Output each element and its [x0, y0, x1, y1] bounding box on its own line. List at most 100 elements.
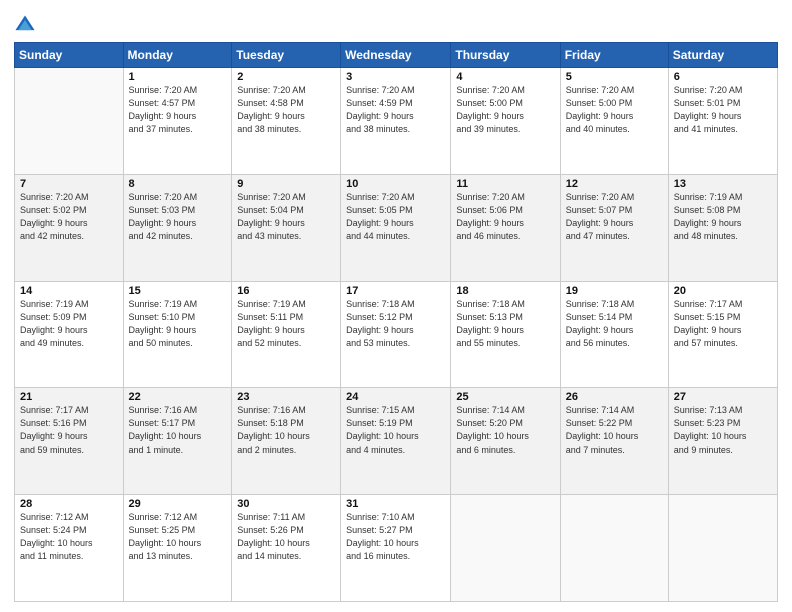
day-info: Sunrise: 7:18 AMSunset: 5:12 PMDaylight:…: [346, 298, 445, 350]
day-info: Sunrise: 7:19 AMSunset: 5:10 PMDaylight:…: [129, 298, 227, 350]
calendar-day-cell: 5Sunrise: 7:20 AMSunset: 5:00 PMDaylight…: [560, 68, 668, 175]
logo: [14, 14, 40, 36]
day-info: Sunrise: 7:20 AMSunset: 5:03 PMDaylight:…: [129, 191, 227, 243]
day-number: 10: [346, 178, 445, 190]
calendar-day-cell: 25Sunrise: 7:14 AMSunset: 5:20 PMDayligh…: [451, 388, 560, 495]
day-info: Sunrise: 7:20 AMSunset: 4:59 PMDaylight:…: [346, 84, 445, 136]
calendar-day-cell: 4Sunrise: 7:20 AMSunset: 5:00 PMDaylight…: [451, 68, 560, 175]
calendar-table: SundayMondayTuesdayWednesdayThursdayFrid…: [14, 42, 778, 602]
calendar-day-cell: 15Sunrise: 7:19 AMSunset: 5:10 PMDayligh…: [123, 281, 232, 388]
logo-icon: [14, 14, 36, 36]
day-info: Sunrise: 7:17 AMSunset: 5:16 PMDaylight:…: [20, 404, 118, 456]
calendar-day-cell: 19Sunrise: 7:18 AMSunset: 5:14 PMDayligh…: [560, 281, 668, 388]
calendar-day-cell: 24Sunrise: 7:15 AMSunset: 5:19 PMDayligh…: [341, 388, 451, 495]
day-number: 1: [129, 71, 227, 83]
day-number: 9: [237, 178, 335, 190]
day-info: Sunrise: 7:20 AMSunset: 5:05 PMDaylight:…: [346, 191, 445, 243]
day-info: Sunrise: 7:20 AMSunset: 5:06 PMDaylight:…: [456, 191, 554, 243]
calendar-day-cell: 17Sunrise: 7:18 AMSunset: 5:12 PMDayligh…: [341, 281, 451, 388]
calendar-day-cell: [668, 495, 777, 602]
day-info: Sunrise: 7:12 AMSunset: 5:25 PMDaylight:…: [129, 511, 227, 563]
day-info: Sunrise: 7:20 AMSunset: 5:04 PMDaylight:…: [237, 191, 335, 243]
day-info: Sunrise: 7:16 AMSunset: 5:17 PMDaylight:…: [129, 404, 227, 456]
calendar-day-cell: 7Sunrise: 7:20 AMSunset: 5:02 PMDaylight…: [15, 174, 124, 281]
calendar-day-cell: 6Sunrise: 7:20 AMSunset: 5:01 PMDaylight…: [668, 68, 777, 175]
day-number: 30: [237, 498, 335, 510]
day-info: Sunrise: 7:20 AMSunset: 5:00 PMDaylight:…: [456, 84, 554, 136]
calendar-day-cell: 30Sunrise: 7:11 AMSunset: 5:26 PMDayligh…: [232, 495, 341, 602]
page-header: [14, 10, 778, 36]
day-number: 22: [129, 391, 227, 403]
calendar-day-cell: [560, 495, 668, 602]
day-info: Sunrise: 7:17 AMSunset: 5:15 PMDaylight:…: [674, 298, 772, 350]
calendar-week-row: 7Sunrise: 7:20 AMSunset: 5:02 PMDaylight…: [15, 174, 778, 281]
calendar-day-cell: 21Sunrise: 7:17 AMSunset: 5:16 PMDayligh…: [15, 388, 124, 495]
day-number: 29: [129, 498, 227, 510]
calendar-day-cell: 9Sunrise: 7:20 AMSunset: 5:04 PMDaylight…: [232, 174, 341, 281]
day-number: 2: [237, 71, 335, 83]
day-info: Sunrise: 7:10 AMSunset: 5:27 PMDaylight:…: [346, 511, 445, 563]
column-header-tuesday: Tuesday: [232, 43, 341, 68]
day-number: 18: [456, 285, 554, 297]
day-info: Sunrise: 7:20 AMSunset: 5:07 PMDaylight:…: [566, 191, 663, 243]
day-info: Sunrise: 7:16 AMSunset: 5:18 PMDaylight:…: [237, 404, 335, 456]
calendar-day-cell: 14Sunrise: 7:19 AMSunset: 5:09 PMDayligh…: [15, 281, 124, 388]
day-number: 11: [456, 178, 554, 190]
day-number: 5: [566, 71, 663, 83]
day-number: 21: [20, 391, 118, 403]
day-number: 25: [456, 391, 554, 403]
day-number: 14: [20, 285, 118, 297]
day-info: Sunrise: 7:20 AMSunset: 5:02 PMDaylight:…: [20, 191, 118, 243]
calendar-week-row: 1Sunrise: 7:20 AMSunset: 4:57 PMDaylight…: [15, 68, 778, 175]
day-number: 19: [566, 285, 663, 297]
column-header-monday: Monday: [123, 43, 232, 68]
calendar-day-cell: 20Sunrise: 7:17 AMSunset: 5:15 PMDayligh…: [668, 281, 777, 388]
calendar-day-cell: 3Sunrise: 7:20 AMSunset: 4:59 PMDaylight…: [341, 68, 451, 175]
day-number: 23: [237, 391, 335, 403]
day-number: 7: [20, 178, 118, 190]
calendar-day-cell: 2Sunrise: 7:20 AMSunset: 4:58 PMDaylight…: [232, 68, 341, 175]
calendar-day-cell: [451, 495, 560, 602]
calendar-week-row: 21Sunrise: 7:17 AMSunset: 5:16 PMDayligh…: [15, 388, 778, 495]
day-number: 12: [566, 178, 663, 190]
day-info: Sunrise: 7:13 AMSunset: 5:23 PMDaylight:…: [674, 404, 772, 456]
day-info: Sunrise: 7:15 AMSunset: 5:19 PMDaylight:…: [346, 404, 445, 456]
day-number: 4: [456, 71, 554, 83]
calendar-day-cell: 23Sunrise: 7:16 AMSunset: 5:18 PMDayligh…: [232, 388, 341, 495]
calendar-day-cell: 10Sunrise: 7:20 AMSunset: 5:05 PMDayligh…: [341, 174, 451, 281]
calendar-day-cell: 31Sunrise: 7:10 AMSunset: 5:27 PMDayligh…: [341, 495, 451, 602]
day-number: 27: [674, 391, 772, 403]
day-info: Sunrise: 7:18 AMSunset: 5:13 PMDaylight:…: [456, 298, 554, 350]
day-number: 20: [674, 285, 772, 297]
day-info: Sunrise: 7:18 AMSunset: 5:14 PMDaylight:…: [566, 298, 663, 350]
calendar-day-cell: 26Sunrise: 7:14 AMSunset: 5:22 PMDayligh…: [560, 388, 668, 495]
column-header-wednesday: Wednesday: [341, 43, 451, 68]
day-info: Sunrise: 7:14 AMSunset: 5:22 PMDaylight:…: [566, 404, 663, 456]
day-info: Sunrise: 7:20 AMSunset: 4:57 PMDaylight:…: [129, 84, 227, 136]
calendar-day-cell: 29Sunrise: 7:12 AMSunset: 5:25 PMDayligh…: [123, 495, 232, 602]
day-info: Sunrise: 7:19 AMSunset: 5:09 PMDaylight:…: [20, 298, 118, 350]
day-info: Sunrise: 7:19 AMSunset: 5:08 PMDaylight:…: [674, 191, 772, 243]
day-number: 15: [129, 285, 227, 297]
day-number: 28: [20, 498, 118, 510]
calendar-week-row: 14Sunrise: 7:19 AMSunset: 5:09 PMDayligh…: [15, 281, 778, 388]
column-header-sunday: Sunday: [15, 43, 124, 68]
day-number: 13: [674, 178, 772, 190]
day-info: Sunrise: 7:20 AMSunset: 5:00 PMDaylight:…: [566, 84, 663, 136]
day-number: 26: [566, 391, 663, 403]
calendar-day-cell: 1Sunrise: 7:20 AMSunset: 4:57 PMDaylight…: [123, 68, 232, 175]
calendar-day-cell: 22Sunrise: 7:16 AMSunset: 5:17 PMDayligh…: [123, 388, 232, 495]
calendar-day-cell: 16Sunrise: 7:19 AMSunset: 5:11 PMDayligh…: [232, 281, 341, 388]
day-number: 24: [346, 391, 445, 403]
column-header-thursday: Thursday: [451, 43, 560, 68]
calendar-header-row: SundayMondayTuesdayWednesdayThursdayFrid…: [15, 43, 778, 68]
calendar-week-row: 28Sunrise: 7:12 AMSunset: 5:24 PMDayligh…: [15, 495, 778, 602]
day-info: Sunrise: 7:20 AMSunset: 5:01 PMDaylight:…: [674, 84, 772, 136]
day-info: Sunrise: 7:19 AMSunset: 5:11 PMDaylight:…: [237, 298, 335, 350]
calendar-day-cell: 8Sunrise: 7:20 AMSunset: 5:03 PMDaylight…: [123, 174, 232, 281]
day-number: 8: [129, 178, 227, 190]
calendar-day-cell: 11Sunrise: 7:20 AMSunset: 5:06 PMDayligh…: [451, 174, 560, 281]
day-info: Sunrise: 7:14 AMSunset: 5:20 PMDaylight:…: [456, 404, 554, 456]
column-header-friday: Friday: [560, 43, 668, 68]
day-info: Sunrise: 7:11 AMSunset: 5:26 PMDaylight:…: [237, 511, 335, 563]
